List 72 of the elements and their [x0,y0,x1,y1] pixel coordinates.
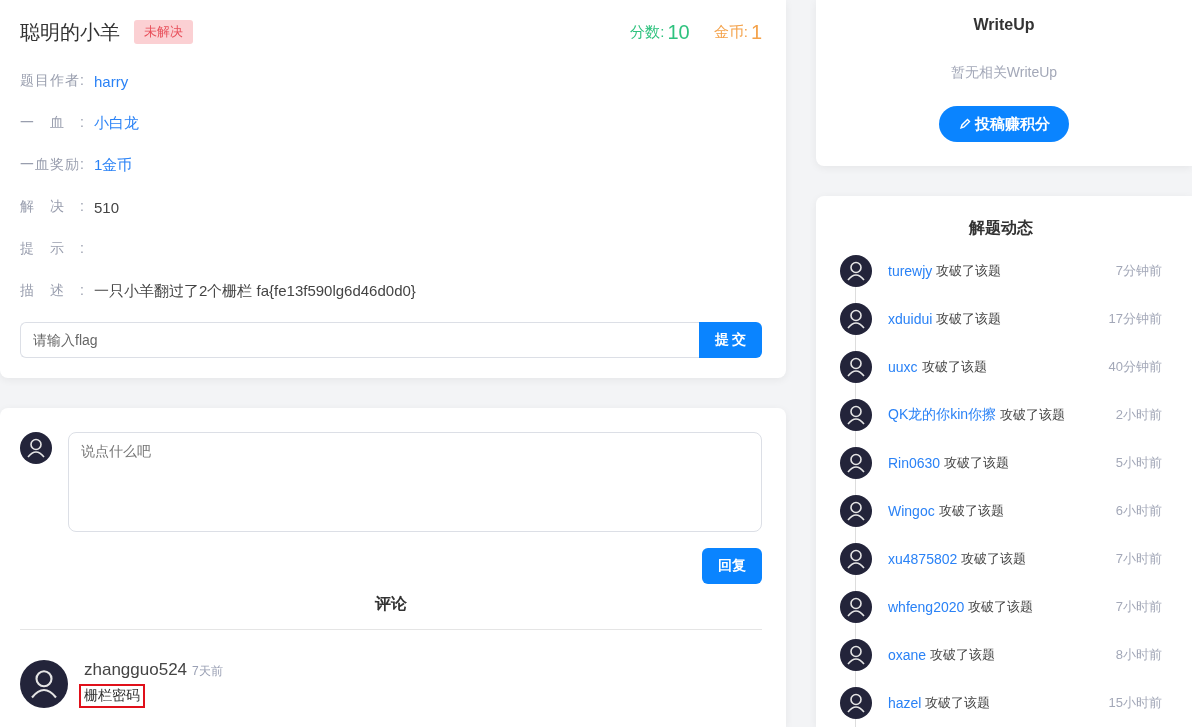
avatar-icon [840,255,872,287]
empty-message: 暂无相关WriteUp [950,64,1058,82]
field-label: 一血: [20,114,84,132]
activity-time: 7小时前 [1115,550,1162,568]
field-label: 一血奖励: [20,156,84,174]
comment-time: 7天前 [192,663,223,680]
activity-text: 攻破了该题 [944,454,1010,472]
pencil-icon [958,118,971,130]
user-link[interactable]: turewjy [888,263,933,279]
activity-time: 7小时前 [1115,598,1162,616]
field-label: 描述: [20,282,84,300]
field-label: 题目作者: [20,72,84,90]
activity-text: 攻破了该题 [1000,406,1066,424]
field-link[interactable]: 1金币 [94,155,133,175]
activity-time: 5小时前 [1115,454,1162,472]
status-tag: 未解决 [134,20,193,44]
user-link[interactable]: xu4875802 [888,551,958,567]
field-link[interactable]: harry [94,72,129,90]
coin-label: 金币: [713,22,748,42]
comments-heading: 评论 [20,584,762,630]
activity-text: 攻破了该题 [925,694,991,712]
field-label: 提示: [20,240,84,258]
score-value: 10 [667,20,690,44]
activity-time: 7分钟前 [1115,262,1162,280]
submit-button[interactable]: 提 交 [699,322,762,358]
avatar-icon [840,399,872,431]
field-value: 一只小羊翻过了2个栅栏 fa{fe13f590lg6d46d0d0} [94,281,416,301]
activity-text: 攻破了该题 [936,262,1002,280]
field-value: 510 [94,198,120,216]
submit-writeup-button[interactable]: 投稿赚积分 [939,106,1069,142]
activity-text: 攻破了该题 [968,598,1034,616]
activity-time: 8小时前 [1115,646,1162,664]
user-link[interactable]: QK龙的你kin你擦 [888,406,997,424]
avatar-icon [840,591,872,623]
activity-text: 攻破了该题 [961,550,1027,568]
field-label: 解决: [20,198,84,216]
score-label: 分数: [630,22,665,42]
comment-textarea[interactable]: 说点什么吧 [68,432,762,532]
user-link[interactable]: whfeng2020 [888,599,965,615]
avatar-icon [20,660,68,708]
user-link[interactable]: Rin0630 [888,455,941,471]
field-link[interactable]: 小白龙 [94,113,139,133]
avatar-icon [840,543,872,575]
avatar-icon [840,687,872,719]
avatar-icon [840,351,872,383]
comment-text: 栅栏密码 [79,684,145,708]
activity-time: 6小时前 [1115,502,1162,520]
user-link[interactable]: uuxc [888,359,918,375]
activity-time: 40分钟前 [1108,358,1162,376]
comment-username: zhangguo524 [84,660,188,680]
coin-value: 1 [750,20,762,44]
avatar-icon [840,639,872,671]
activity-time: 17分钟前 [1108,310,1162,328]
avatar-icon [840,495,872,527]
challenge-title: 聪明的小羊 [20,19,120,45]
user-link[interactable]: Wingoc [888,503,935,519]
user-link[interactable]: xduidui [888,311,933,327]
flag-input[interactable]: 请输入flag [20,322,699,358]
activity-time: 15小时前 [1108,694,1162,712]
reply-button[interactable]: 回复 [702,548,762,584]
user-link[interactable]: hazel [888,695,922,711]
user-link[interactable]: oxane [888,647,927,663]
activity-text: 攻破了该题 [921,358,987,376]
writeup-heading: WriteUp [973,16,1035,34]
activity-text: 攻破了该题 [930,646,996,664]
avatar-icon [840,303,872,335]
activity-time: 2小时前 [1115,406,1162,424]
activity-text: 攻破了该题 [938,502,1004,520]
activity-heading: 解题动态 [967,218,1034,238]
avatar-icon [840,447,872,479]
activity-text: 攻破了该题 [936,310,1002,328]
avatar-icon [20,432,52,464]
